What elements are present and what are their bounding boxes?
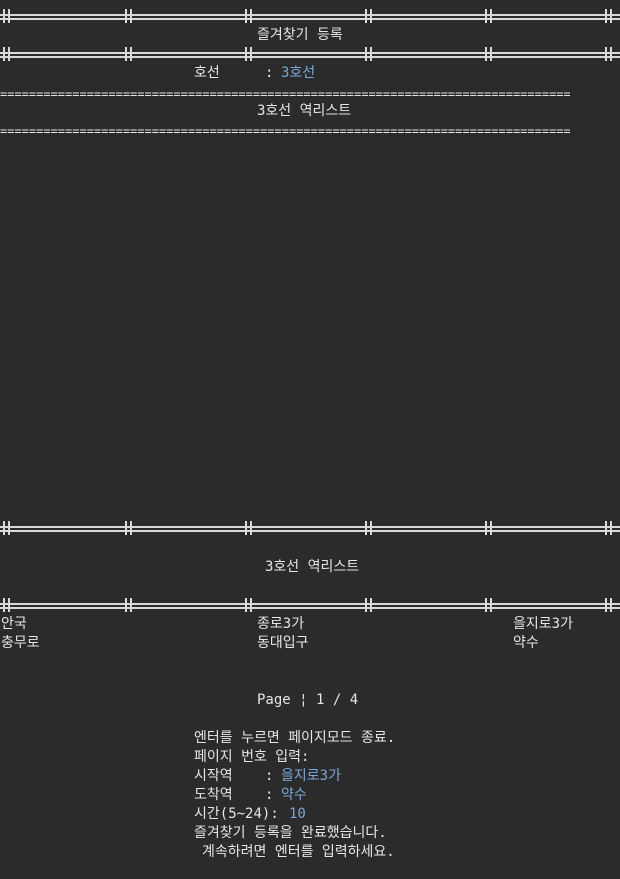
- time-value[interactable]: 10: [289, 805, 306, 824]
- list-title: 3호선 역리스트: [265, 559, 360, 575]
- rail-divider-list-top: [0, 521, 620, 535]
- rail-tie: [3, 47, 10, 61]
- rail-line: [0, 14, 620, 16]
- rail-line: [0, 18, 620, 20]
- line-separator: :: [265, 65, 274, 81]
- start-station-label: 시작역: [194, 768, 233, 784]
- end-station-value[interactable]: 약수: [281, 786, 307, 805]
- list-item: 종로3가: [257, 616, 305, 632]
- rail-tie: [3, 598, 10, 612]
- line-label: 호선: [194, 65, 220, 81]
- line-value: 3호선: [281, 65, 316, 81]
- page-title: 즐겨찾기 등록: [257, 27, 343, 43]
- list-item: 안국: [1, 616, 27, 632]
- list-item: 충무로: [1, 635, 40, 651]
- start-station-separator: :: [265, 768, 274, 784]
- rail-tie: [485, 521, 492, 535]
- enter-hint: 엔터를 누르면 페이지모드 종료.: [194, 730, 396, 746]
- rail-tie: [605, 598, 612, 612]
- start-station-value[interactable]: 을지로3가: [281, 767, 341, 786]
- done-message: 즐겨찾기 등록을 완료했습니다.: [194, 825, 387, 841]
- rail-tie: [125, 47, 132, 61]
- rail-divider-header-bottom: [0, 47, 620, 61]
- rail-tie: [245, 521, 252, 535]
- end-station-label: 도착역: [194, 787, 233, 803]
- rail-divider-list-bottom: [0, 598, 620, 612]
- list-item: 약수: [513, 635, 539, 651]
- page-separator: ¦: [299, 692, 308, 708]
- rail-tie: [365, 521, 372, 535]
- rail-line: [0, 52, 620, 54]
- rail-tie: [485, 598, 492, 612]
- page-indicator: Page ¦ 1 / 4: [257, 691, 358, 710]
- time-label: 시간(5~24):: [194, 806, 279, 822]
- page-input-prompt[interactable]: 페이지 번호 입력:: [194, 748, 309, 767]
- rail-tie: [365, 598, 372, 612]
- rail-tie: [3, 521, 10, 535]
- rail-line: [0, 607, 620, 609]
- station-list-heading: 3호선 역리스트: [257, 103, 352, 119]
- rail-tie: [485, 47, 492, 61]
- rail-line: [0, 56, 620, 58]
- rail-tie: [605, 521, 612, 535]
- list-item: 동대입구: [257, 635, 309, 651]
- rail-line: [0, 530, 620, 532]
- rail-divider-top: [0, 9, 620, 23]
- rail-tie: [485, 9, 492, 23]
- rail-tie: [245, 9, 252, 23]
- rail-tie: [3, 9, 10, 23]
- page-label: Page: [257, 692, 291, 708]
- rail-tie: [605, 47, 612, 61]
- rail-tie: [125, 598, 132, 612]
- rail-tie: [605, 9, 612, 23]
- equals-divider-top: ========================================…: [0, 88, 570, 100]
- rail-tie: [245, 598, 252, 612]
- rail-line: [0, 603, 620, 605]
- rail-tie: [125, 9, 132, 23]
- equals-divider-bottom: ========================================…: [0, 125, 570, 137]
- page-current: 1 / 4: [316, 692, 359, 708]
- continue-message: 계속하려면 엔터를 입력하세요.: [202, 844, 395, 860]
- end-station-separator: :: [265, 787, 274, 803]
- rail-tie: [365, 47, 372, 61]
- rail-tie: [245, 47, 252, 61]
- rail-tie: [365, 9, 372, 23]
- rail-tie: [125, 521, 132, 535]
- list-item: 을지로3가: [513, 616, 573, 632]
- rail-line: [0, 526, 620, 528]
